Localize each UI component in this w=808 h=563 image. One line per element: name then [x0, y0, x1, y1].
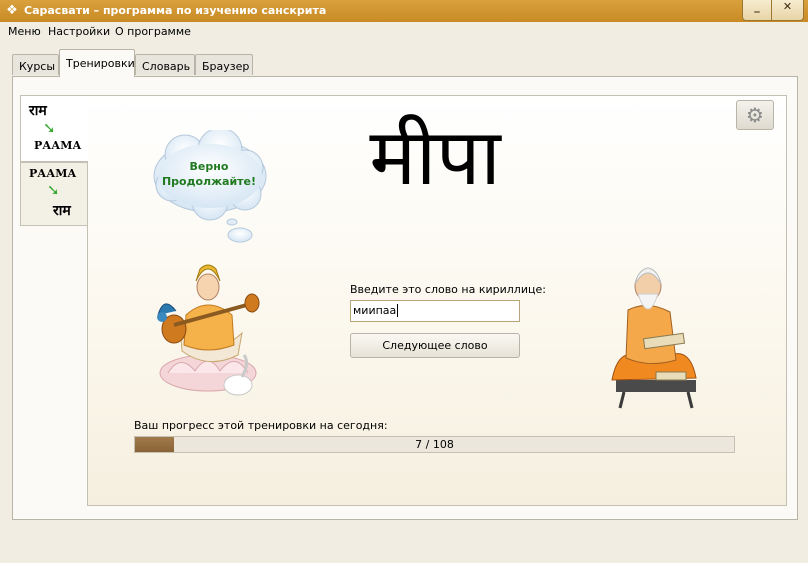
mode-tab-devanagari-to-cyrillic[interactable]: राम ➘ РААМА: [20, 95, 88, 162]
tab-courses[interactable]: Курсы: [12, 54, 59, 75]
window-title: Сарасвати – программа по изучению санскр…: [24, 4, 327, 17]
tab-browser[interactable]: Браузер: [195, 54, 253, 75]
gear-icon: ⚙: [746, 103, 764, 127]
tab-trainings[interactable]: Тренировки: [59, 49, 135, 77]
progress-bar: 7 / 108: [134, 436, 735, 453]
progress-text: 7 / 108: [415, 438, 454, 451]
text-cursor: [397, 304, 399, 317]
saraswati-image: [157, 264, 260, 396]
transliteration-input[interactable]: миипаа: [350, 300, 520, 322]
sage-image: [611, 267, 697, 409]
menu-bar: Меню Настройки О программе: [0, 22, 808, 41]
mode-from-text: РААМА: [29, 167, 77, 180]
feedback-line-correct: Верно: [189, 160, 229, 173]
title-bar: ❖ Сарасвати – программа по изучению санс…: [0, 0, 808, 23]
mode-tab-cyrillic-to-devanagari[interactable]: РААМА ➘ राम: [20, 162, 88, 226]
app-icon[interactable]: ❖: [5, 4, 19, 18]
next-word-button[interactable]: Следующее слово: [350, 333, 520, 358]
feedback-cloud: [153, 130, 267, 243]
close-button[interactable]: ✕: [771, 0, 804, 21]
minimize-button[interactable]: _: [742, 0, 772, 21]
menu-item-menu[interactable]: Меню: [8, 25, 41, 38]
progress-label: Ваш прогресс этой тренировки на сегодня:: [134, 419, 388, 432]
feedback-line-continue: Продолжайте!: [161, 175, 257, 188]
sanskrit-word: मीपा: [369, 113, 501, 203]
menu-item-settings[interactable]: Настройки: [48, 25, 110, 38]
green-arrow-icon: ➘: [43, 119, 56, 137]
mode-to-text: РААМА: [34, 139, 82, 152]
feedback-message: Верно Продолжайте!: [156, 159, 262, 189]
input-value: миипаа: [353, 304, 397, 317]
mode-from-text: राम: [29, 103, 47, 119]
tab-dictionary[interactable]: Словарь: [135, 54, 195, 75]
green-arrow-icon: ➘: [47, 181, 60, 199]
settings-button[interactable]: ⚙: [736, 100, 774, 130]
menu-item-about[interactable]: О программе: [115, 25, 191, 38]
mode-to-text: राम: [53, 203, 71, 219]
input-prompt: Введите это слово на кириллице:: [350, 283, 546, 296]
